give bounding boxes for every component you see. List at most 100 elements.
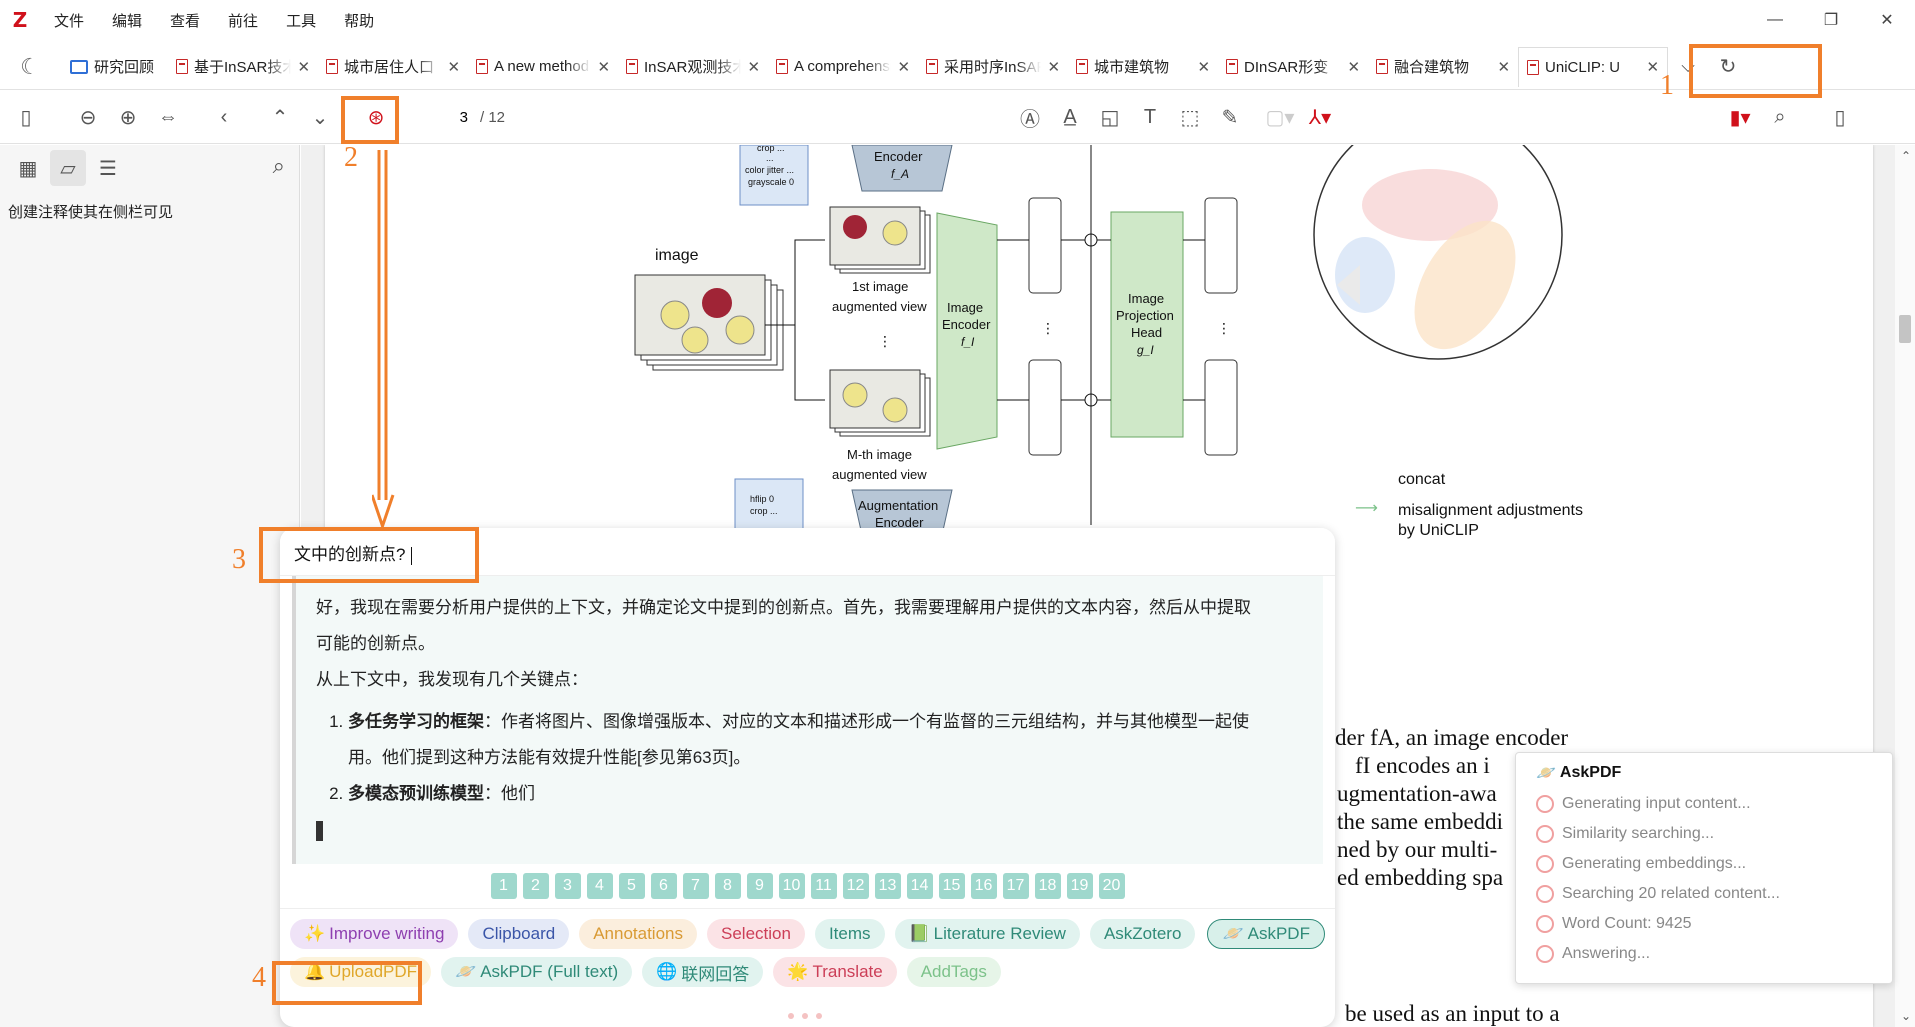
- tab-3[interactable]: InSAR观测技术 ✕: [618, 47, 768, 87]
- action-clipboard-button[interactable]: Clipboard: [468, 919, 570, 949]
- toggle-sidebar-icon[interactable]: ▯: [6, 100, 46, 136]
- answer-page-button[interactable]: 10: [778, 873, 805, 899]
- menu-help[interactable]: 帮助: [330, 10, 388, 31]
- tab-close-icon[interactable]: ✕: [897, 58, 910, 76]
- action-selection-button[interactable]: Selection: [707, 919, 805, 949]
- pdf-tool-icon[interactable]: ⅄▾: [1300, 100, 1340, 136]
- scroll-up-icon[interactable]: ⌃: [1901, 149, 1911, 163]
- tab-close-icon[interactable]: ✕: [297, 58, 310, 76]
- color-picker-icon[interactable]: ▢▾: [1260, 100, 1300, 136]
- answer-page-button[interactable]: 4: [586, 873, 613, 899]
- tab-0[interactable]: 基于InSAR技术 ✕: [168, 47, 318, 87]
- page-dot[interactable]: [788, 1013, 794, 1019]
- action-translate-button[interactable]: 🌟 Translate: [773, 957, 897, 987]
- prev-page-icon[interactable]: ⌃: [260, 100, 300, 136]
- zoom-out-icon[interactable]: ⊖: [68, 100, 108, 136]
- page-dot[interactable]: [816, 1013, 822, 1019]
- menu-go[interactable]: 前往: [214, 10, 272, 31]
- back-icon[interactable]: ‹: [204, 100, 244, 136]
- zoom-in-icon[interactable]: ⊕: [108, 100, 148, 136]
- diagram-label-mth-view: M-th image: [847, 447, 913, 462]
- page-number-input[interactable]: [416, 102, 476, 133]
- bookmark-icon[interactable]: ▮▾: [1720, 100, 1760, 136]
- tab-close-icon[interactable]: ✕: [447, 58, 460, 76]
- answer-page-button[interactable]: 13: [874, 873, 901, 899]
- tab-close-icon[interactable]: ✕: [597, 58, 610, 76]
- status-step-text: Searching 20 related content...: [1562, 885, 1780, 902]
- close-window-button[interactable]: ✕: [1859, 0, 1915, 40]
- action-items-button[interactable]: Items: [814, 919, 885, 949]
- answer-page-button[interactable]: 16: [970, 873, 997, 899]
- action-askzotero-button[interactable]: AskZotero: [1089, 919, 1196, 949]
- answer-page-button[interactable]: 9: [746, 873, 773, 899]
- thumbnails-icon[interactable]: ▦: [10, 150, 46, 186]
- next-page-icon[interactable]: ⌄: [300, 100, 340, 136]
- search-icon[interactable]: ⌕: [1760, 100, 1800, 136]
- action-improve-writing-button[interactable]: ✨ Improve writing: [290, 919, 459, 949]
- answer-page-button[interactable]: 5: [618, 873, 645, 899]
- tab-close-icon[interactable]: ✕: [1497, 58, 1510, 76]
- menu-file[interactable]: 文件: [40, 10, 98, 31]
- vertical-scrollbar[interactable]: ⌃ ⌄: [1895, 145, 1915, 1027]
- tab-7[interactable]: DInSAR形变 ✕: [1218, 47, 1368, 87]
- tab-bar: ☾ 研究回顾 基于InSAR技术 ✕ 城市居住人口 ✕ A new method ✕ …: [0, 44, 1915, 90]
- tab-title: A comprehensive: [794, 58, 891, 75]
- action-literature-review-button[interactable]: 📗 Literature Review: [894, 919, 1080, 949]
- library-tab[interactable]: 研究回顾: [60, 47, 168, 87]
- tab-close-icon[interactable]: ✕: [1646, 58, 1659, 76]
- area-select-icon[interactable]: ⬚: [1170, 100, 1210, 136]
- tab-close-icon[interactable]: ✕: [747, 58, 760, 76]
- answer-page-button[interactable]: 1: [490, 873, 517, 899]
- answer-page-button[interactable]: 15: [938, 873, 965, 899]
- answer-page-button[interactable]: 3: [554, 873, 581, 899]
- answer-page-button[interactable]: 12: [842, 873, 869, 899]
- answer-page-button[interactable]: 18: [1034, 873, 1061, 899]
- underline-icon[interactable]: A̲: [1050, 100, 1090, 136]
- toggle-context-pane-icon[interactable]: ▯: [1820, 100, 1860, 136]
- minimize-button[interactable]: —: [1747, 0, 1803, 40]
- highlight-text-icon[interactable]: Ⓐ: [1010, 100, 1050, 136]
- scroll-down-icon[interactable]: ⌄: [1901, 1009, 1911, 1023]
- moon-icon[interactable]: ☾: [0, 54, 60, 80]
- answer-page-button[interactable]: 17: [1002, 873, 1029, 899]
- action-askpdf-full-text-button[interactable]: 🪐 AskPDF (Full text): [441, 957, 633, 987]
- note-icon[interactable]: ◱: [1090, 100, 1130, 136]
- tab-close-icon[interactable]: ✕: [1197, 58, 1210, 76]
- draw-icon[interactable]: ✎: [1210, 100, 1250, 136]
- tab-close-icon[interactable]: ✕: [1047, 58, 1060, 76]
- answer-page-button[interactable]: 11: [810, 873, 837, 899]
- tab-4[interactable]: A comprehensive ✕: [768, 47, 918, 87]
- answer-page-button[interactable]: 20: [1098, 873, 1125, 899]
- tab-8[interactable]: 融合建筑物 ✕: [1368, 47, 1518, 87]
- tab-title: A new method: [494, 58, 590, 75]
- answer-page-button[interactable]: 7: [682, 873, 709, 899]
- scroll-thumb[interactable]: [1899, 315, 1911, 343]
- tab-active-uniclip[interactable]: UniCLIP: U ✕: [1518, 46, 1669, 87]
- tab-5[interactable]: 采用时序InSAR ✕: [918, 47, 1068, 87]
- action-addtags-button[interactable]: AddTags: [906, 957, 1001, 987]
- menu-view[interactable]: 查看: [156, 10, 214, 31]
- answer-page-button[interactable]: 8: [714, 873, 741, 899]
- tab-6[interactable]: 城市建筑物 ✕: [1068, 47, 1218, 87]
- menu-tools[interactable]: 工具: [272, 10, 330, 31]
- outline-icon[interactable]: ☰: [90, 150, 126, 186]
- answer-page-button[interactable]: 2: [522, 873, 549, 899]
- tab-close-icon[interactable]: ✕: [1347, 58, 1360, 76]
- answer-page-button[interactable]: 6: [650, 873, 677, 899]
- action-askpdf-button[interactable]: 🪐 AskPDF: [1207, 919, 1325, 949]
- tab-1[interactable]: 城市居住人口 ✕: [318, 47, 468, 87]
- action-annotations-button[interactable]: Annotations: [579, 919, 697, 949]
- answer-page-button[interactable]: 14: [906, 873, 933, 899]
- search-icon[interactable]: ⌕: [273, 153, 285, 179]
- restore-button[interactable]: ❐: [1803, 0, 1859, 40]
- page-dot[interactable]: [802, 1013, 808, 1019]
- fit-width-icon[interactable]: ⇔: [148, 100, 188, 136]
- action--button[interactable]: 🌐 联网回答: [642, 957, 764, 987]
- text-icon[interactable]: T: [1130, 100, 1170, 136]
- status-step: Generating input content...: [1536, 789, 1872, 819]
- menu-edit[interactable]: 编辑: [98, 10, 156, 31]
- annotations-icon[interactable]: ▱: [50, 150, 86, 186]
- tab-title: 基于InSAR技术: [194, 59, 292, 76]
- tab-2[interactable]: A new method ✕: [468, 47, 618, 87]
- answer-page-button[interactable]: 19: [1066, 873, 1093, 899]
